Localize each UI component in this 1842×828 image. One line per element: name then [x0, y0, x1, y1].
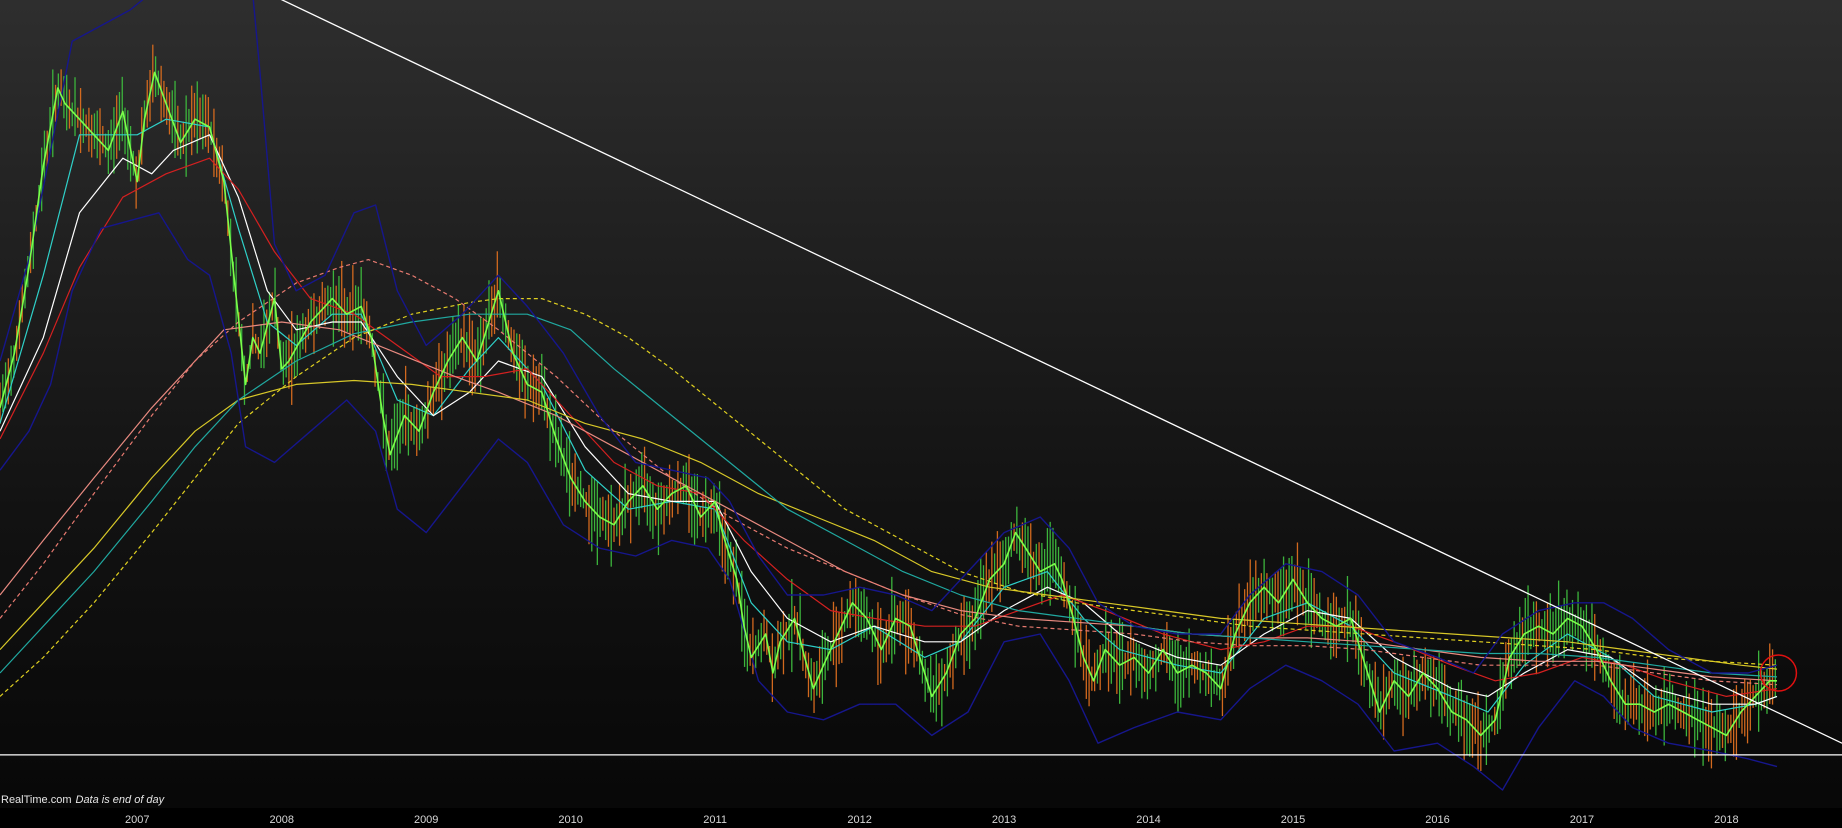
highlight-circle: [1759, 654, 1798, 692]
price-chart: [0, 0, 1842, 791]
x-tick-label: 2016: [1425, 814, 1450, 826]
chart-container: RealTime.com Data is end of day 2007 2008 2…: [0, 0, 1842, 828]
data-note: Data is end of day: [75, 794, 165, 806]
series-layer: [0, 0, 1778, 791]
source-label: RealTime.com: [1, 794, 72, 806]
x-tick-label: 2009: [413, 814, 439, 826]
x-tick-label: 2013: [991, 814, 1017, 826]
x-tick-label: 2012: [847, 814, 872, 826]
x-tick-label: 2015: [1280, 814, 1306, 826]
data-source-credit: RealTime.com Data is end of day: [1, 794, 164, 806]
x-tick-label: 2010: [558, 814, 583, 826]
series-line-bollinger_lower: [0, 212, 1778, 791]
x-tick-label: 2011: [703, 814, 727, 826]
downtrend-line: [280, 0, 1842, 744]
x-tick-label: 2008: [269, 814, 294, 826]
x-tick-label: 2007: [124, 814, 150, 826]
x-tick-label: 2018: [1714, 814, 1739, 826]
x-tick-label: 2014: [1136, 814, 1161, 826]
x-tick-label: 2017: [1569, 814, 1595, 826]
